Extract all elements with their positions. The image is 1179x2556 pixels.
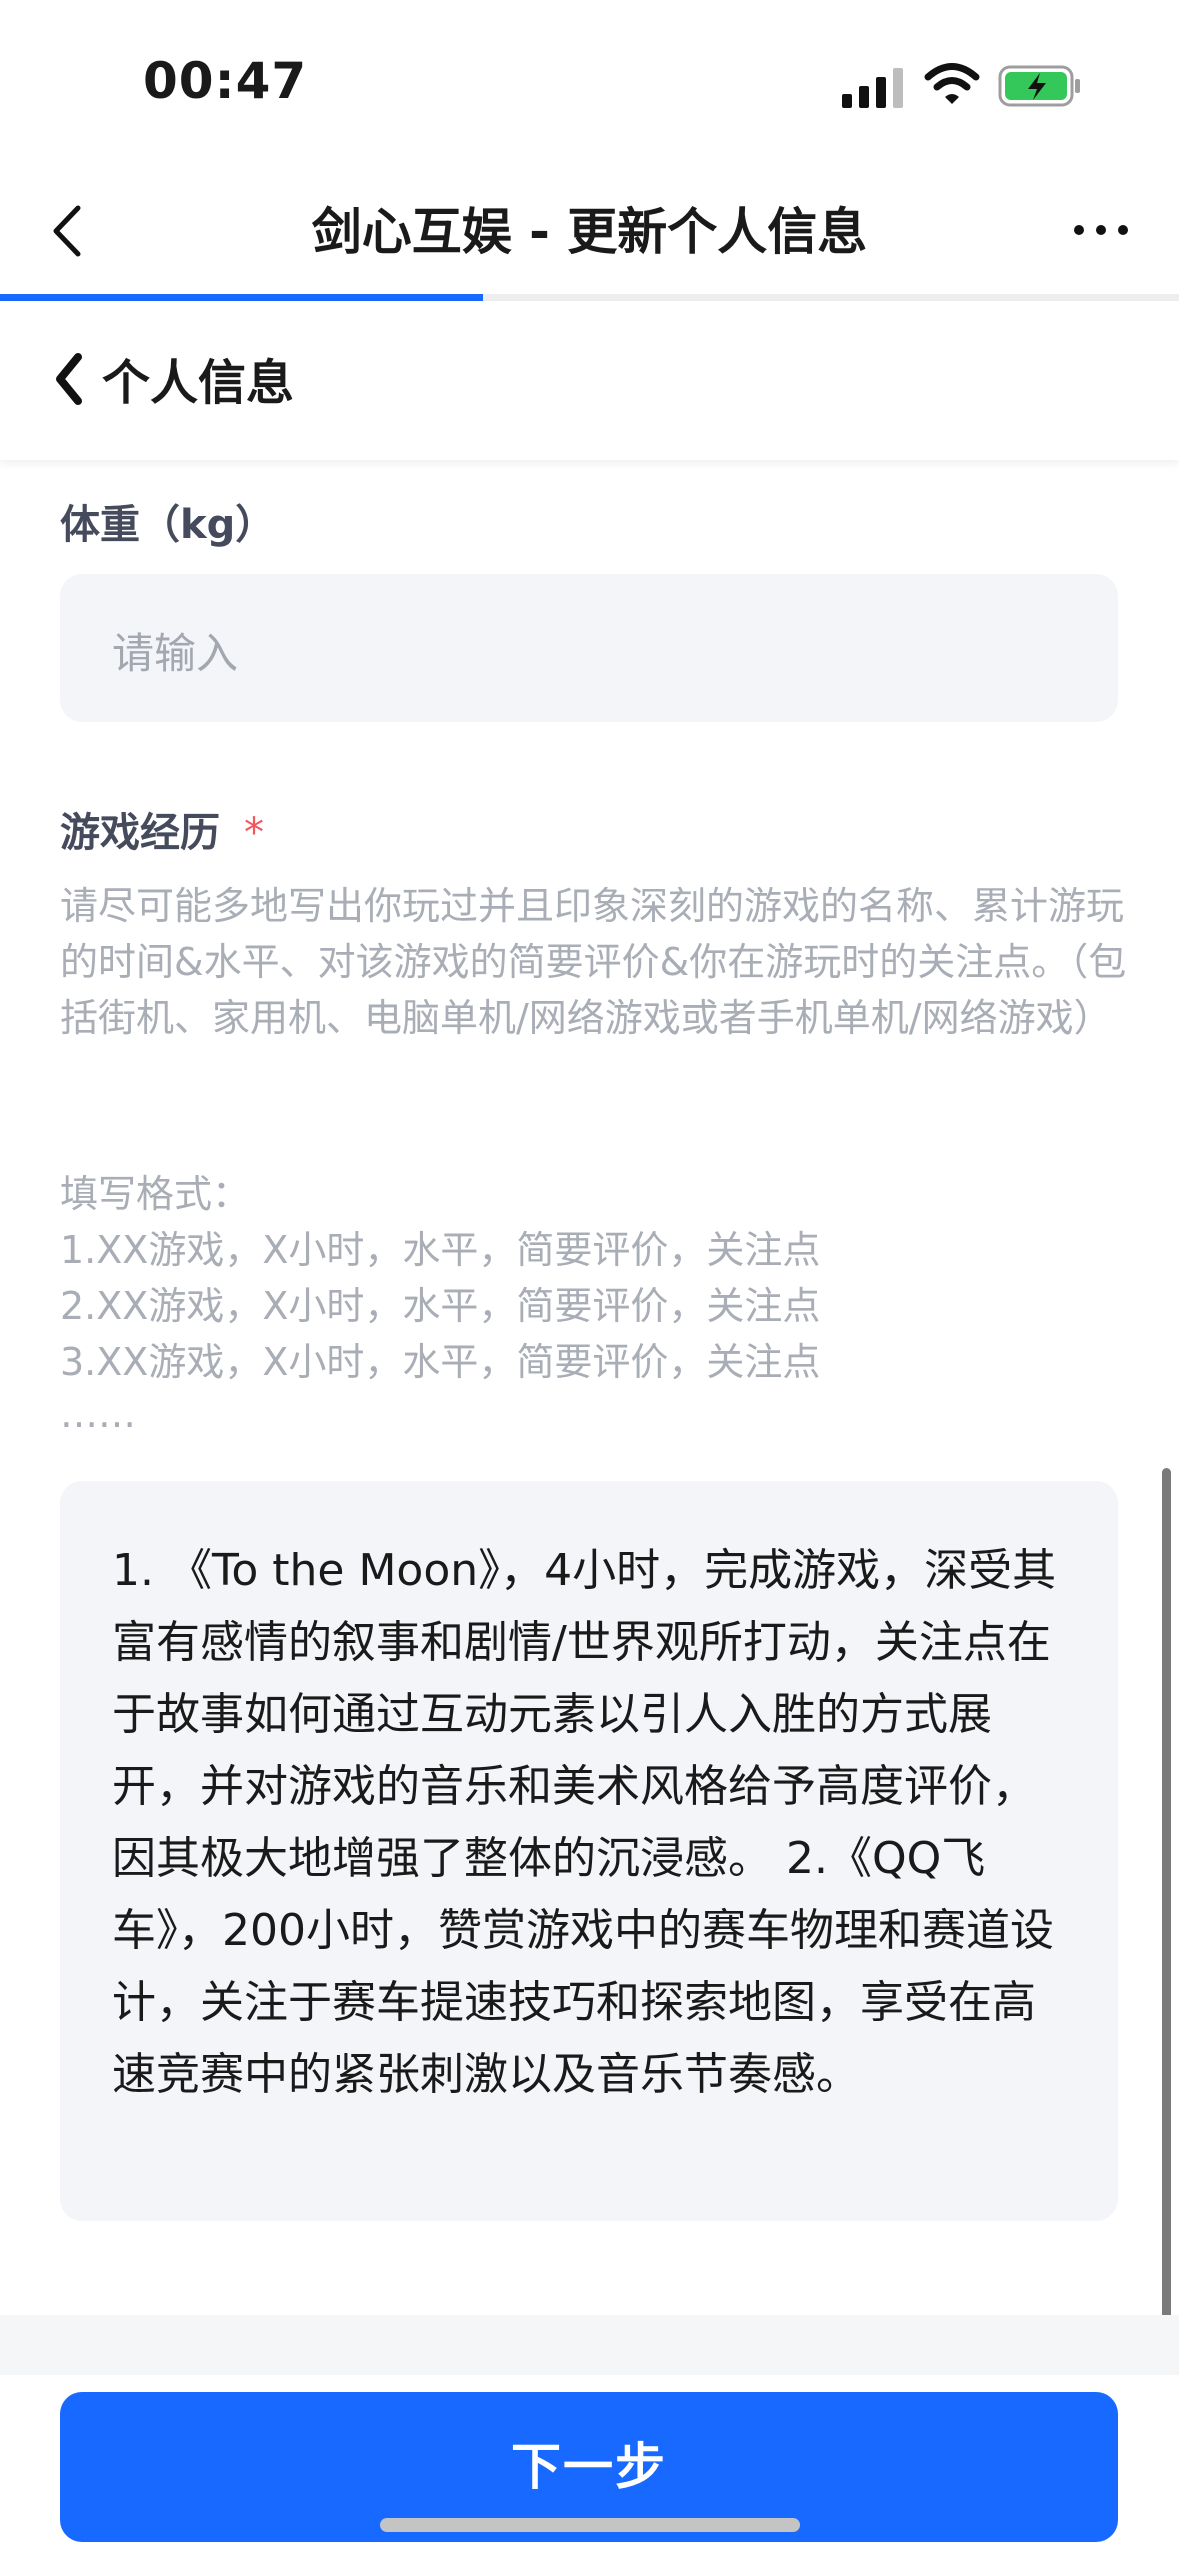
format-line: 2.XX游戏，X小时，水平，简要评价，关注点: [60, 1284, 821, 1328]
progress-bar: [0, 294, 484, 301]
game-experience-value: 1. 《To the Moon》，4小时，完成游戏，深受其富有感情的叙事和剧情/…: [112, 1545, 1057, 2100]
required-mark: *: [244, 810, 264, 856]
page-title: 剑心互娱 - 更新个人信息: [311, 203, 868, 261]
game-experience-label: 游戏经历 *: [60, 800, 264, 858]
section-header[interactable]: 个人信息: [0, 301, 1179, 460]
weight-input[interactable]: 请输入: [60, 574, 1118, 722]
format-line: ……: [60, 1392, 136, 1436]
weight-label: 体重（kg）: [60, 502, 276, 548]
wifi-icon: [924, 63, 980, 104]
more-icon[interactable]: [1071, 210, 1131, 250]
format-line: 3.XX游戏，X小时，水平，简要评价，关注点: [60, 1340, 821, 1384]
status-bar: 00:47: [0, 0, 1179, 170]
game-experience-textarea[interactable]: 1. 《To the Moon》，4小时，完成游戏，深受其富有感情的叙事和剧情/…: [60, 1481, 1118, 2221]
section-title: 个人信息: [102, 355, 295, 411]
form-content: 体重（kg） 请输入 游戏经历 * 请尽可能多地写出你玩过并且印象深刻的游戏的名称…: [0, 460, 1179, 2315]
signal-icon: [842, 68, 903, 108]
game-experience-label-text: 游戏经历: [60, 810, 220, 856]
footer-divider: [0, 2315, 1179, 2375]
battery-charging-icon: [998, 65, 1080, 107]
format-title: 填写格式：: [60, 1172, 251, 1216]
scrollbar[interactable]: [1162, 1468, 1171, 2398]
nav-bar: 剑心互娱 - 更新个人信息: [0, 170, 1179, 298]
format-line: 1.XX游戏，X小时，水平，简要评价，关注点: [60, 1228, 821, 1272]
home-indicator: [380, 2518, 800, 2532]
status-time: 00:47: [143, 52, 308, 110]
game-experience-hint: 请尽可能多地写出你玩过并且印象深刻的游戏的名称、累计游玩的时间&水平、对该游戏的…: [60, 884, 1127, 1040]
weight-input-placeholder: 请输入: [112, 629, 239, 678]
chevron-left-icon[interactable]: [50, 347, 86, 411]
back-button[interactable]: [40, 196, 100, 266]
